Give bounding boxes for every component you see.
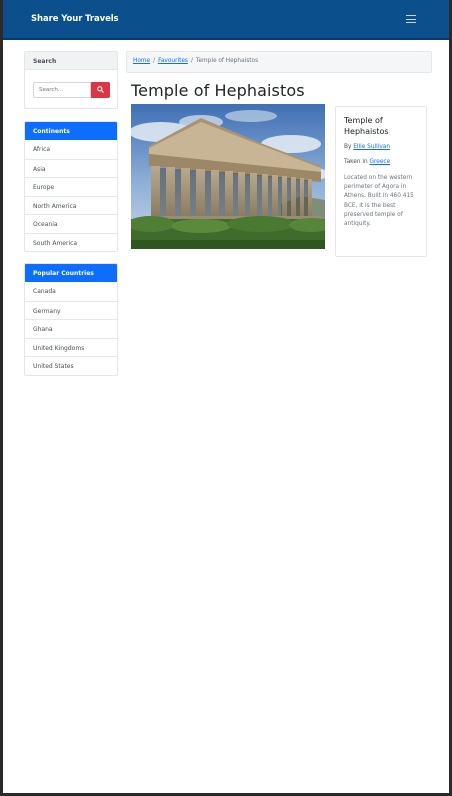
country-item-united-kingdoms[interactable]: United Kingdoms — [25, 337, 117, 356]
country-item-canada[interactable]: Canada — [25, 282, 117, 301]
author-line: By Ellie Sullivan — [344, 144, 426, 150]
continent-item-oceania[interactable]: Oceania — [25, 214, 117, 233]
continents-card: Continents Africa Asia Europe North Amer… — [24, 121, 118, 252]
breadcrumb-current: Temple of Hephaistos — [195, 58, 259, 64]
breadcrumb-separator: / — [153, 58, 156, 64]
countries-header: Popular Countries — [25, 264, 117, 282]
brand-link[interactable]: Share Your Travels — [31, 14, 119, 24]
country-item-germany[interactable]: Germany — [25, 300, 117, 319]
search-button[interactable] — [91, 82, 110, 98]
search-form: Search... — [25, 70, 117, 108]
search-input[interactable]: Search... — [33, 82, 91, 98]
temple-image — [131, 104, 325, 249]
top-navbar: Share Your Travels — [3, 0, 449, 40]
location-line: Taken in Greece — [344, 159, 426, 165]
continent-item-europe[interactable]: Europe — [25, 177, 117, 196]
menu-toggle-icon[interactable] — [406, 15, 416, 23]
temple-photo[interactable] — [131, 104, 325, 249]
continent-item-africa[interactable]: Africa — [25, 140, 117, 159]
continent-item-north-america[interactable]: North America — [25, 195, 117, 214]
search-card: Search Search... — [24, 51, 118, 109]
breadcrumb-home-link[interactable]: Home — [133, 58, 150, 64]
breadcrumb: Home / Favourites / Temple of Hephaistos — [126, 51, 432, 73]
by-label: By — [344, 144, 352, 150]
country-item-united-states[interactable]: United States — [25, 356, 117, 375]
breadcrumb-separator: / — [190, 58, 193, 64]
photo-info-card: Temple of Hephaistos By Ellie Sullivan T… — [335, 106, 427, 257]
countries-card: Popular Countries Canada Germany Ghana U… — [24, 263, 118, 376]
continent-item-asia[interactable]: Asia — [25, 158, 117, 177]
taken-in-label: Taken in — [344, 159, 368, 165]
country-item-ghana[interactable]: Ghana — [25, 319, 117, 338]
page-title: Temple of Hephaistos — [131, 81, 305, 100]
author-link[interactable]: Ellie Sullivan — [353, 144, 390, 150]
search-icon — [97, 86, 104, 93]
breadcrumb-favourites-link[interactable]: Favourites — [158, 58, 188, 64]
photo-description: Located on the western perimeter of Agor… — [344, 175, 414, 228]
continent-item-south-america[interactable]: South America — [25, 232, 117, 251]
info-title: Temple of Hephaistos — [344, 116, 389, 136]
country-link[interactable]: Greece — [370, 159, 391, 165]
search-header: Search — [25, 52, 117, 70]
continents-header: Continents — [25, 122, 117, 140]
